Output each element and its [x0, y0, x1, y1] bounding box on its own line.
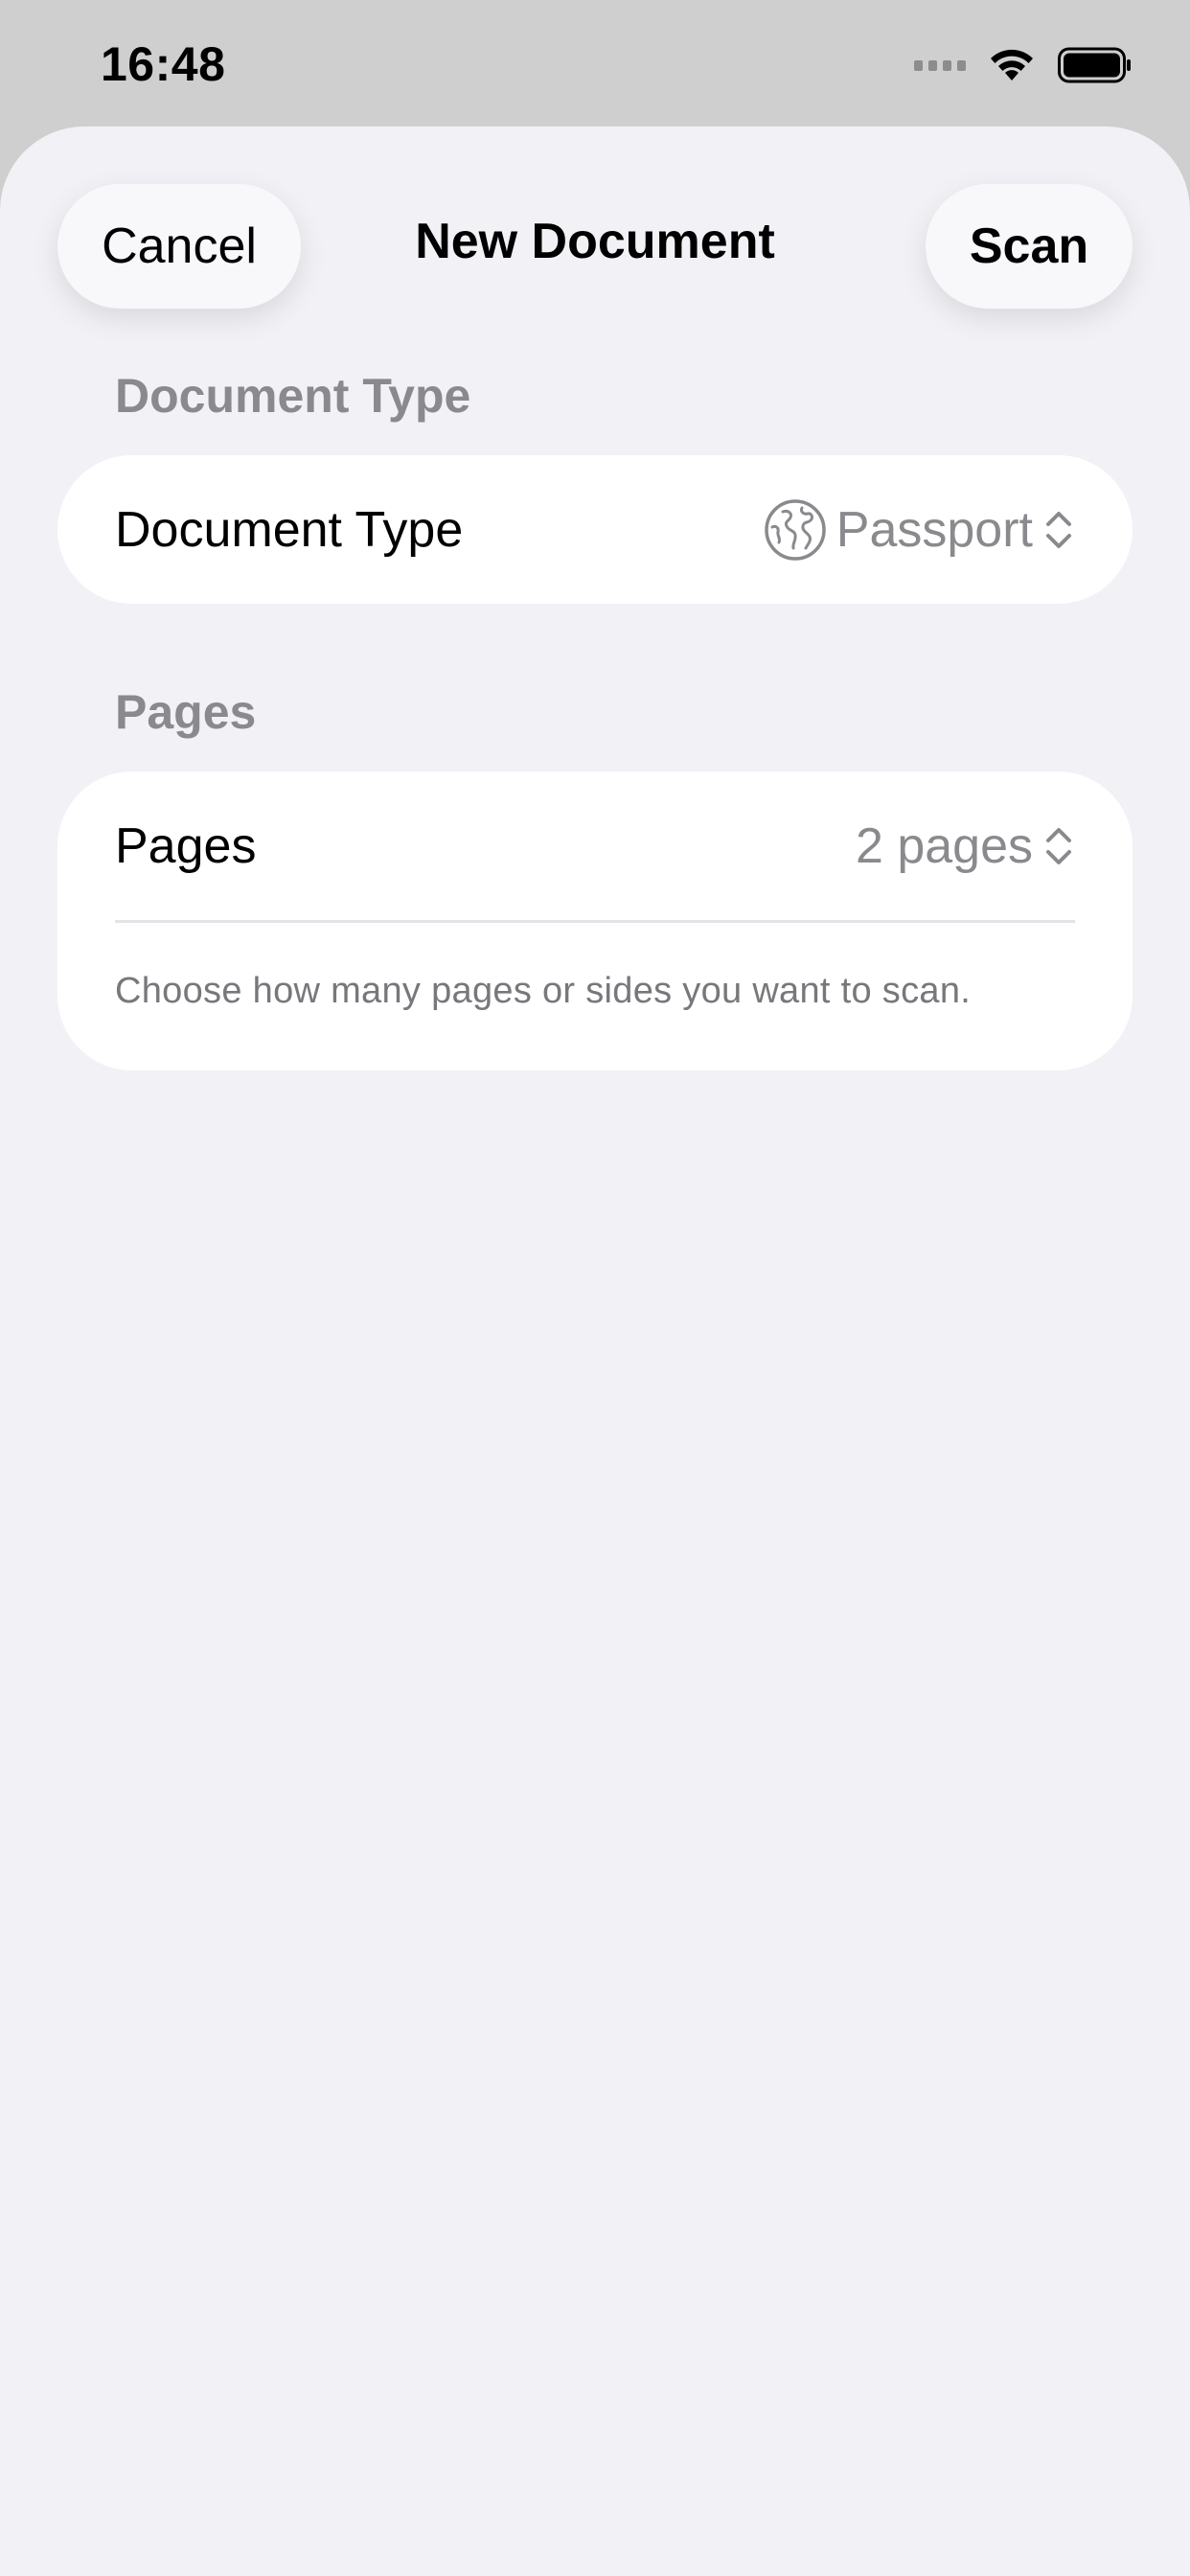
- battery-icon: [1058, 47, 1131, 83]
- document-type-label: Document Type: [115, 501, 464, 558]
- pages-footnote: Choose how many pages or sides you want …: [115, 971, 972, 1011]
- status-bar: 16:48: [0, 0, 1190, 126]
- scan-button[interactable]: Scan: [926, 184, 1133, 309]
- pages-row[interactable]: Pages 2 pages: [57, 771, 1133, 920]
- section-header-document-type: Document Type: [115, 369, 471, 423]
- chevron-up-down-icon: [1046, 511, 1071, 548]
- navigation-bar: Cancel New Document Scan: [0, 126, 1190, 318]
- status-time: 16:48: [101, 37, 226, 91]
- wifi-icon: [991, 49, 1033, 80]
- pages-picker[interactable]: 2 pages: [856, 817, 1075, 875]
- document-type-picker[interactable]: Passport: [764, 498, 1075, 562]
- status-icons: [914, 42, 1133, 88]
- section-header-pages: Pages: [115, 685, 257, 739]
- globe-icon: [765, 498, 826, 561]
- document-type-card: Document Type Passport: [57, 455, 1133, 604]
- chevron-up-down-icon: [1046, 827, 1071, 864]
- pages-card: Pages 2 pages Choose how many pages or s…: [57, 771, 1133, 1070]
- pages-label: Pages: [115, 817, 257, 874]
- document-type-row[interactable]: Document Type Passport: [57, 455, 1133, 604]
- pages-value: 2 pages: [855, 817, 1033, 874]
- new-document-sheet: Cancel New Document Scan Document Type D…: [0, 126, 1190, 2576]
- document-type-value: Passport: [835, 501, 1033, 558]
- cellular-signal-icon: [914, 59, 966, 71]
